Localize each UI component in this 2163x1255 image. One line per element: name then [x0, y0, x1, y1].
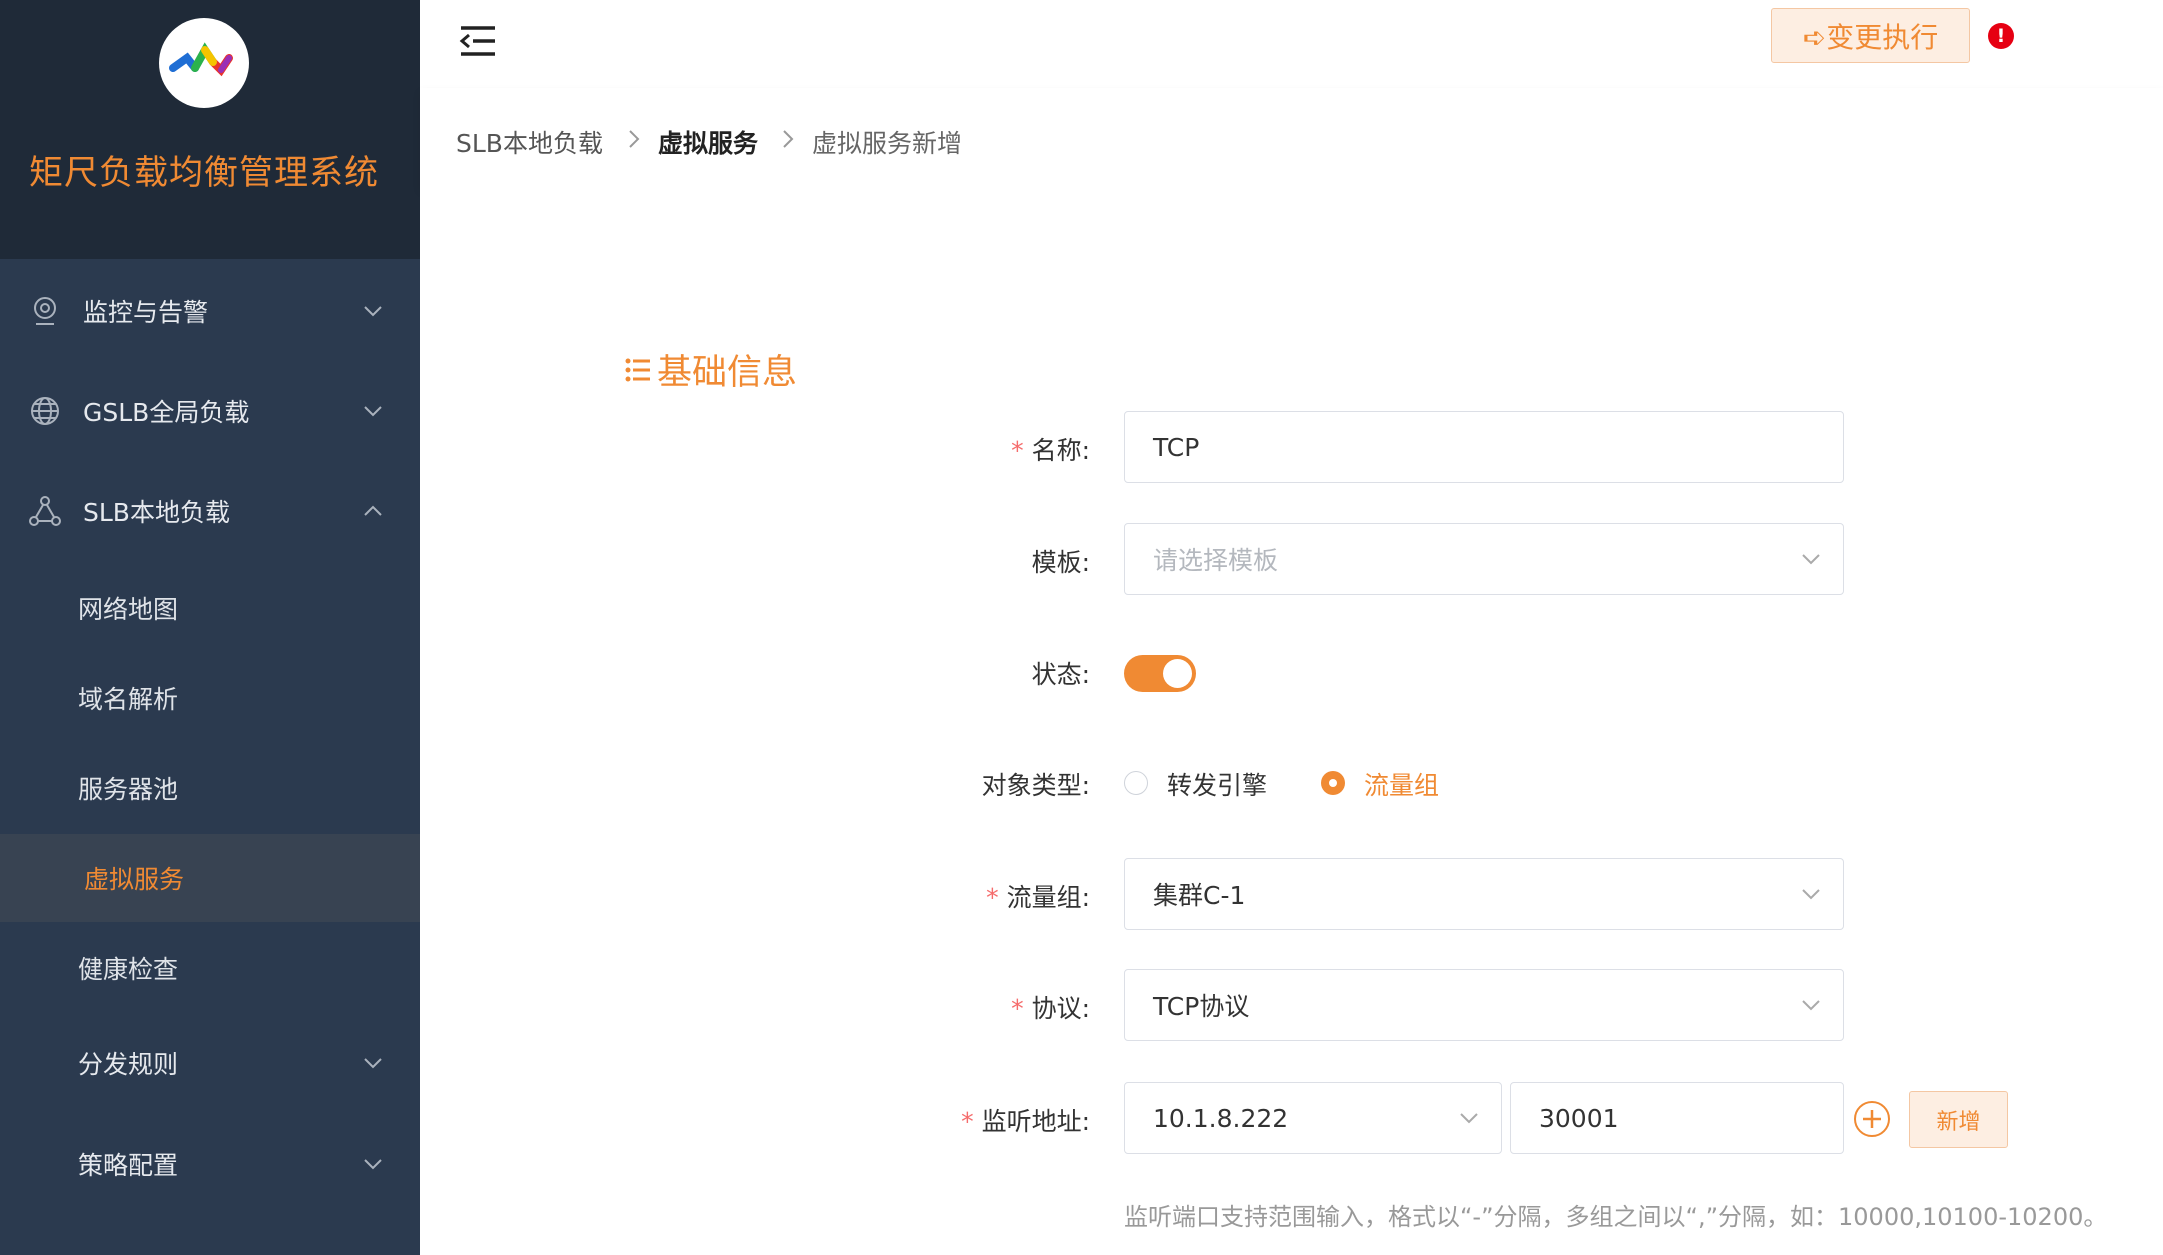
listen-address-label-text: 监听地址: — [981, 1107, 1090, 1136]
traffic-group-label-text: 流量组: — [1006, 883, 1090, 912]
sidebar-header: 矩尺负载均衡管理系统 — [0, 0, 420, 259]
chevron-down-icon — [1802, 1000, 1820, 1011]
menu-dispatch-rules[interactable]: 分发规则 — [0, 1023, 420, 1103]
traffic-group-select[interactable]: 集群C-1 — [1124, 858, 1844, 930]
menu-slb-label: SLB本地负载 — [83, 498, 230, 527]
section-title: 基础信息 — [625, 344, 797, 395]
template-label: 模板: — [1031, 548, 1090, 577]
menu-monitoring[interactable]: 监控与告警 — [0, 271, 420, 351]
sidebar-item-dns[interactable]: 域名解析 — [0, 654, 420, 742]
required-mark: * — [961, 1107, 974, 1136]
sidebar-item-label: 服务器池 — [78, 775, 179, 804]
app-logo — [159, 18, 249, 108]
sidebar-item-label: 网络地图 — [78, 595, 179, 624]
chevron-down-icon — [1802, 889, 1820, 900]
listen-port-input[interactable]: 30001 — [1510, 1082, 1844, 1154]
chevron-down-icon — [364, 1058, 382, 1069]
alert-icon[interactable]: ! — [1988, 23, 2014, 49]
list-icon — [625, 358, 650, 381]
globe-icon — [31, 397, 59, 425]
template-select[interactable]: 请选择模板 — [1124, 523, 1844, 595]
chevron-right-icon — [783, 130, 794, 148]
add-listen-button[interactable]: 新增 — [1909, 1091, 2008, 1148]
required-mark: * — [1011, 436, 1024, 465]
required-mark: * — [986, 883, 999, 912]
chevron-down-icon — [1460, 1113, 1478, 1124]
listen-ip-select[interactable]: 10.1.8.222 — [1124, 1082, 1502, 1154]
sidebar-item-label: 虚拟服务 — [84, 865, 185, 894]
status-toggle[interactable] — [1124, 655, 1196, 692]
object-type-label: 对象类型: — [981, 771, 1090, 800]
breadcrumb-item-slb[interactable]: SLB本地负载 — [456, 124, 603, 160]
radio-traffic-group-label[interactable]: 流量组 — [1364, 766, 1439, 802]
traffic-group-value: 集群C-1 — [1153, 881, 1246, 910]
chevron-up-icon — [364, 505, 382, 516]
change-execute-button[interactable]: ➪变更执行 — [1771, 8, 1970, 63]
breadcrumb-item-current: 虚拟服务新增 — [812, 129, 963, 158]
radio-forwarding-engine[interactable] — [1124, 771, 1148, 795]
traffic-group-label: * 流量组: — [790, 878, 1090, 914]
menu-policy-config[interactable]: 策略配置 — [0, 1124, 420, 1204]
sidebar: 矩尺负载均衡管理系统 监控与告警 GSLB全局负载 SLB本地负载 网络地图 域… — [0, 0, 420, 1255]
chevron-down-icon — [364, 1159, 382, 1170]
status-label: 状态: — [1031, 660, 1090, 689]
protocol-label-text: 协议: — [1031, 994, 1090, 1023]
listen-ip-value: 10.1.8.222 — [1153, 1103, 1289, 1133]
radio-traffic-group[interactable] — [1321, 771, 1345, 795]
chevron-right-icon — [629, 130, 640, 148]
chevron-down-icon — [1802, 554, 1820, 565]
protocol-label: * 协议: — [790, 989, 1090, 1025]
plus-icon — [1863, 1110, 1881, 1128]
sidebar-item-network-map[interactable]: 网络地图 — [0, 564, 420, 652]
sidebar-item-health-check[interactable]: 健康检查 — [0, 924, 420, 1012]
location-pin-icon — [34, 297, 56, 325]
radio-forwarding-engine-label[interactable]: 转发引擎 — [1167, 766, 1267, 802]
protocol-select[interactable]: TCP协议 — [1124, 969, 1844, 1041]
sidebar-item-label: 健康检查 — [78, 955, 179, 984]
menu-monitoring-label: 监控与告警 — [83, 298, 209, 327]
menu-dispatch-rules-label: 分发规则 — [78, 1050, 179, 1079]
sidebar-item-server-pool[interactable]: 服务器池 — [0, 744, 420, 832]
name-label-text: 名称: — [1031, 436, 1090, 465]
sidebar-item-label: 域名解析 — [78, 685, 179, 714]
chevron-down-icon — [364, 406, 382, 417]
app-title: 矩尺负载均衡管理系统 — [29, 153, 379, 193]
section-title-text: 基础信息 — [657, 353, 798, 393]
menu-policy-config-label: 策略配置 — [78, 1151, 179, 1180]
sidebar-item-virtual-service[interactable]: 虚拟服务 — [0, 834, 420, 922]
listen-port-hint: 监听端口支持范围输入，格式以“-”分隔，多组之间以“,”分隔，如：10000,1… — [1124, 1203, 2108, 1231]
breadcrumb-item-virtual-service[interactable]: 虚拟服务 — [658, 124, 758, 160]
add-circle-icon[interactable] — [1854, 1101, 1890, 1137]
template-placeholder: 请选择模板 — [1153, 546, 1279, 575]
menu-gslb-label: GSLB全局负载 — [83, 398, 250, 427]
menu-slb[interactable]: SLB本地负载 — [0, 471, 420, 551]
toggle-knob — [1163, 659, 1192, 688]
menu-collapse-icon[interactable] — [459, 24, 497, 58]
network-nodes-icon — [29, 496, 61, 526]
name-input[interactable]: TCP — [1124, 411, 1844, 483]
name-label: * 名称: — [790, 431, 1090, 467]
menu-gslb[interactable]: GSLB全局负载 — [0, 371, 420, 451]
chevron-down-icon — [364, 306, 382, 317]
protocol-value: TCP协议 — [1153, 992, 1250, 1021]
listen-address-label: * 监听地址: — [790, 1102, 1090, 1138]
required-mark: * — [1011, 994, 1024, 1023]
